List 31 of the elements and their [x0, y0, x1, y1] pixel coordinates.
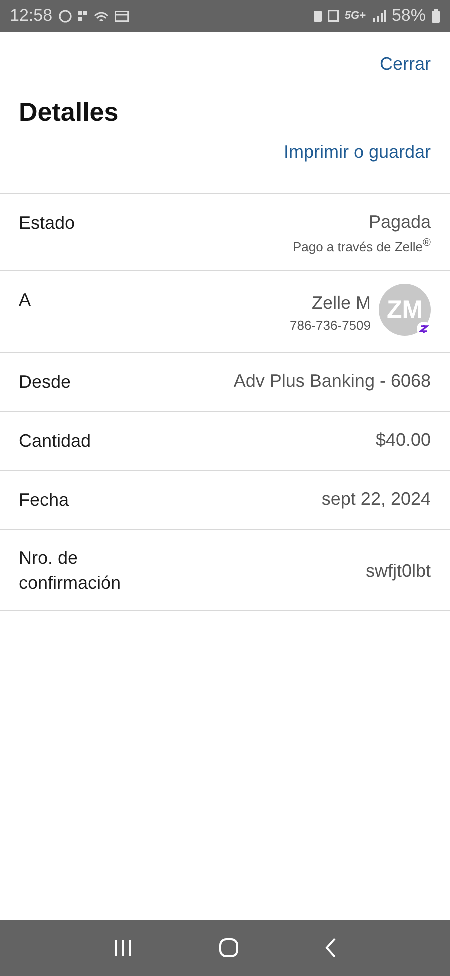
row-value: $40.00 — [376, 429, 431, 452]
row-label: A — [19, 289, 32, 312]
battery-icon — [432, 9, 440, 23]
close-button[interactable]: Cerrar — [380, 54, 431, 75]
row-value: Pagada — [368, 211, 431, 233]
sim-icon — [314, 10, 322, 22]
status-time: 12:58 — [10, 6, 53, 26]
grid-icon — [78, 11, 88, 21]
row-label: Estado — [19, 212, 76, 235]
page-title: Detalles — [19, 97, 120, 128]
payment-note: Pago a través de Zelle$^{®}$ — [292, 237, 431, 254]
network-label: 5G+ — [344, 10, 366, 22]
signal-icon — [372, 10, 386, 22]
back-icon[interactable] — [325, 938, 337, 958]
row-label: Cantidad — [19, 430, 92, 454]
circle-icon — [58, 10, 72, 22]
wifi-icon — [94, 10, 109, 22]
row-value: Adv Plus Banking - 6068 — [234, 370, 431, 392]
home-icon[interactable] — [219, 938, 239, 958]
print-link[interactable]: Imprimir o guardar — [284, 142, 431, 163]
row-value: sept 22, 2024 — [322, 488, 431, 510]
battery-level: 58% — [392, 6, 426, 26]
row-label: Nro. de confirmación — [19, 547, 122, 596]
recent-apps-icon[interactable] — [113, 939, 133, 957]
nfc-icon — [328, 10, 339, 22]
row-value: Zelle M — [312, 292, 371, 314]
phone-number: 786-736-7509 — [290, 318, 371, 333]
row-label: Fecha — [19, 489, 70, 512]
row-value: swfjt0lbt — [366, 560, 431, 582]
window-icon — [114, 10, 129, 22]
row-label: Desde — [19, 371, 72, 394]
